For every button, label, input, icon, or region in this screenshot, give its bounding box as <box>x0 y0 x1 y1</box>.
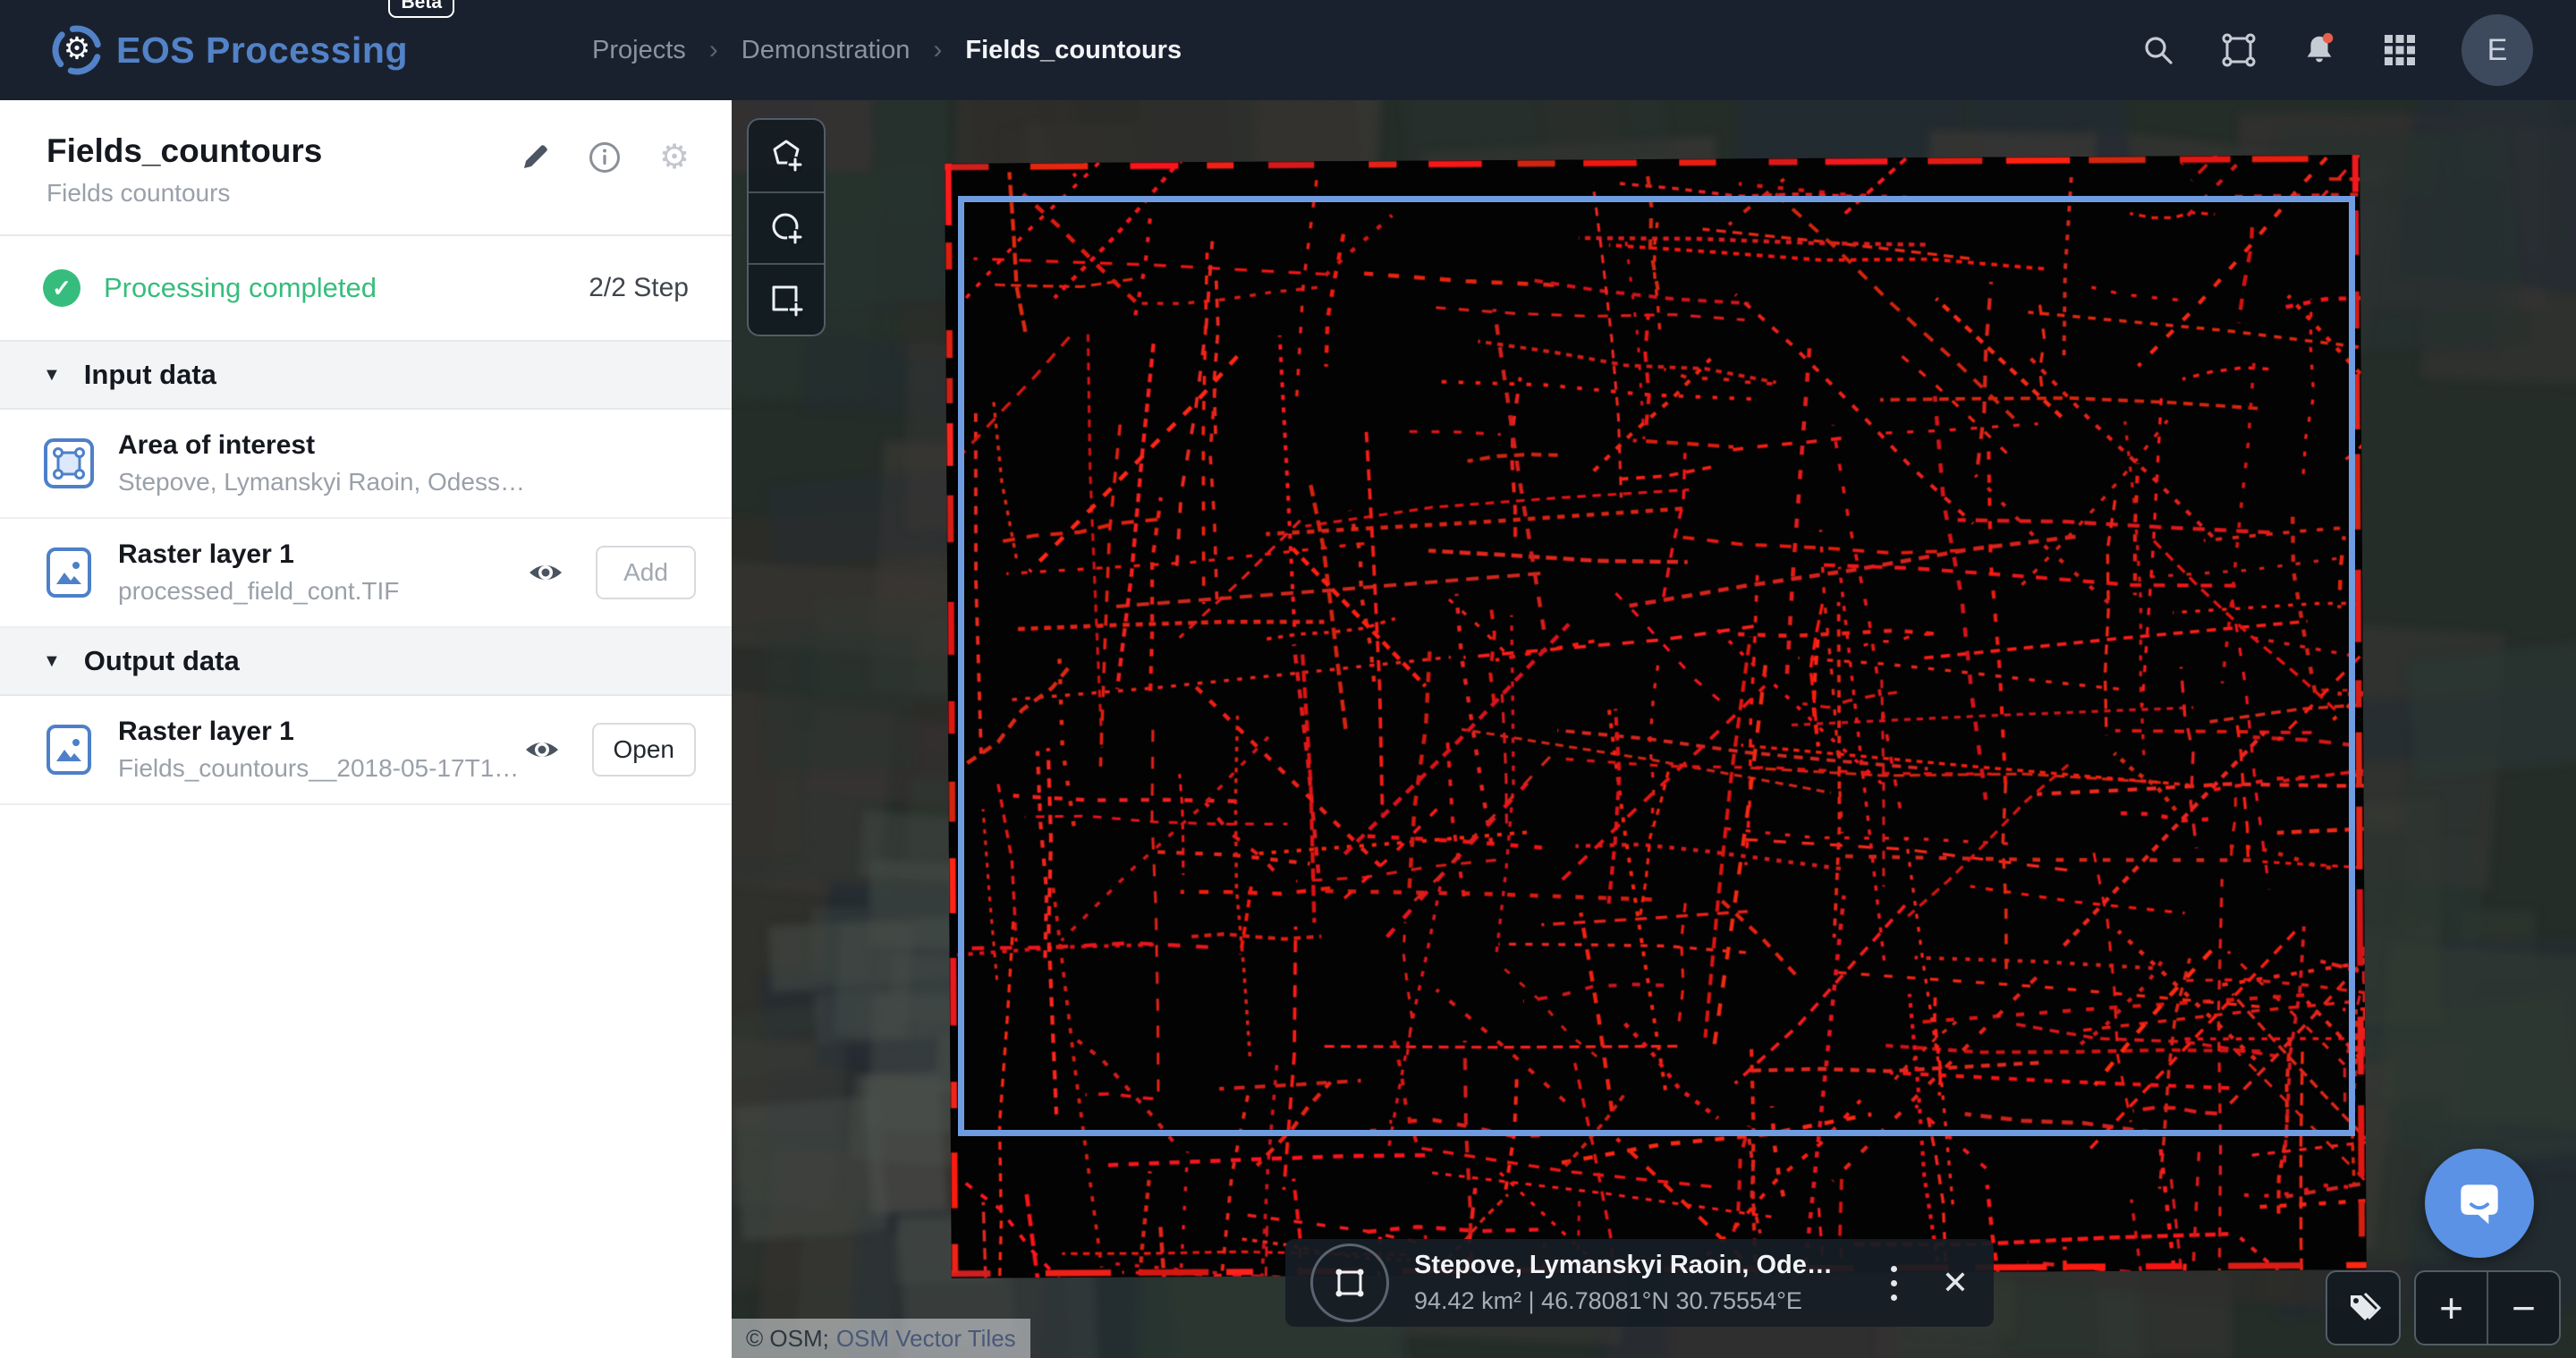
aoi-item-subtitle: Stepove, Lymanskyi Raoin, Odessa Oblast,… <box>118 468 538 497</box>
add-button[interactable]: Add <box>596 546 696 599</box>
check-circle-icon: ✓ <box>43 269 80 307</box>
draw-polygon-button[interactable] <box>749 120 824 191</box>
notifications-bell-icon[interactable] <box>2301 31 2338 69</box>
aoi-item-title: Area of interest <box>118 430 538 461</box>
chat-bubble-button[interactable] <box>2425 1149 2534 1258</box>
output-raster-item[interactable]: Raster layer 1 Fields_countours__2018-05… <box>0 696 732 805</box>
workflow-subtitle: Fields countours <box>47 179 689 208</box>
close-icon[interactable]: ✕ <box>1942 1267 1969 1299</box>
breadcrumb-projects[interactable]: Projects <box>592 36 686 65</box>
input-raster-title: Raster layer 1 <box>118 539 399 570</box>
breadcrumb-separator: › <box>933 35 942 65</box>
breadcrumb-current: Fields_countours <box>965 36 1182 65</box>
workflow-sidebar: Fields_countours Fields countours ⚙ ✓ Pr… <box>0 100 732 1358</box>
visibility-eye-icon[interactable] <box>526 553 565 592</box>
output-data-section[interactable]: ▼ Output data <box>0 628 732 696</box>
input-raster-item[interactable]: Raster layer 1 processed_field_cont.TIF … <box>0 519 732 628</box>
status-text: Processing completed <box>104 272 377 304</box>
open-button[interactable]: Open <box>592 723 697 777</box>
edit-pencil-icon[interactable] <box>517 140 553 175</box>
map-canvas[interactable]: Stepove, Lymanskyi Raoin, Odessa Obla...… <box>732 100 2576 1358</box>
collapse-triangle-icon: ▼ <box>43 651 61 672</box>
draw-tool-panel <box>747 118 826 336</box>
labels-toggle-button[interactable] <box>2326 1270 2401 1345</box>
breadcrumb: Projects › Demonstration › Fields_counto… <box>592 35 1182 65</box>
breadcrumb-separator: › <box>709 35 718 65</box>
input-data-section[interactable]: ▼ Input data <box>0 342 732 410</box>
beta-badge: Beta <box>388 0 454 18</box>
status-step-count: 2/2 Step <box>589 273 689 303</box>
aoi-item-icon <box>43 437 95 489</box>
aoi-card-icon <box>1310 1243 1389 1322</box>
brand-name: EOS Processing <box>116 30 408 72</box>
info-icon[interactable] <box>587 140 623 175</box>
aoi-list-item[interactable]: Area of interest Stepove, Lymanskyi Raoi… <box>0 410 732 519</box>
more-options-icon[interactable] <box>1885 1260 1902 1306</box>
aoi-card-title: Stepove, Lymanskyi Raoin, Odessa Obla... <box>1414 1251 1843 1280</box>
draw-rectangle-button[interactable] <box>749 263 824 335</box>
search-icon[interactable] <box>2140 31 2177 69</box>
output-raster-title: Raster layer 1 <box>118 717 522 747</box>
zoom-in-button[interactable]: + <box>2416 1272 2487 1344</box>
apps-grid-icon[interactable] <box>2381 31 2419 69</box>
processing-status: ✓ Processing completed 2/2 Step <box>0 236 732 342</box>
breadcrumb-project[interactable]: Demonstration <box>741 36 911 65</box>
output-raster-subtitle: Fields_countours__2018-05-17T15-01... <box>118 754 522 783</box>
zoom-control: + − <box>2414 1270 2561 1345</box>
brand-gear-icon: ⚙ <box>52 25 102 75</box>
aoi-select-icon[interactable] <box>2220 31 2258 69</box>
draw-circle-button[interactable] <box>749 191 824 263</box>
raster-item-icon <box>43 547 95 598</box>
raster-item-icon <box>43 724 95 776</box>
zoom-out-button[interactable]: − <box>2487 1272 2559 1344</box>
map-attribution: © OSM; OSM Vector Tiles <box>732 1319 1030 1358</box>
input-raster-subtitle: processed_field_cont.TIF <box>118 577 399 606</box>
brand-logo[interactable]: ⚙ EOS Processing Beta <box>52 25 408 75</box>
attribution-link[interactable]: OSM Vector Tiles <box>836 1325 1016 1353</box>
aoi-info-card: Stepove, Lymanskyi Raoin, Odessa Obla...… <box>1285 1239 1994 1327</box>
aoi-card-meta: 94.42 km² | 46.78081°N 30.75554°E <box>1414 1287 1843 1315</box>
avatar[interactable]: E <box>2462 14 2533 86</box>
workflow-header: Fields_countours Fields countours ⚙ <box>0 100 732 236</box>
collapse-triangle-icon: ▼ <box>43 365 61 386</box>
visibility-eye-icon[interactable] <box>522 730 562 769</box>
aoi-rectangle[interactable] <box>958 196 2355 1136</box>
top-bar: ⚙ EOS Processing Beta Projects › Demonst… <box>0 0 2576 100</box>
settings-gear-icon[interactable]: ⚙ <box>657 140 692 175</box>
